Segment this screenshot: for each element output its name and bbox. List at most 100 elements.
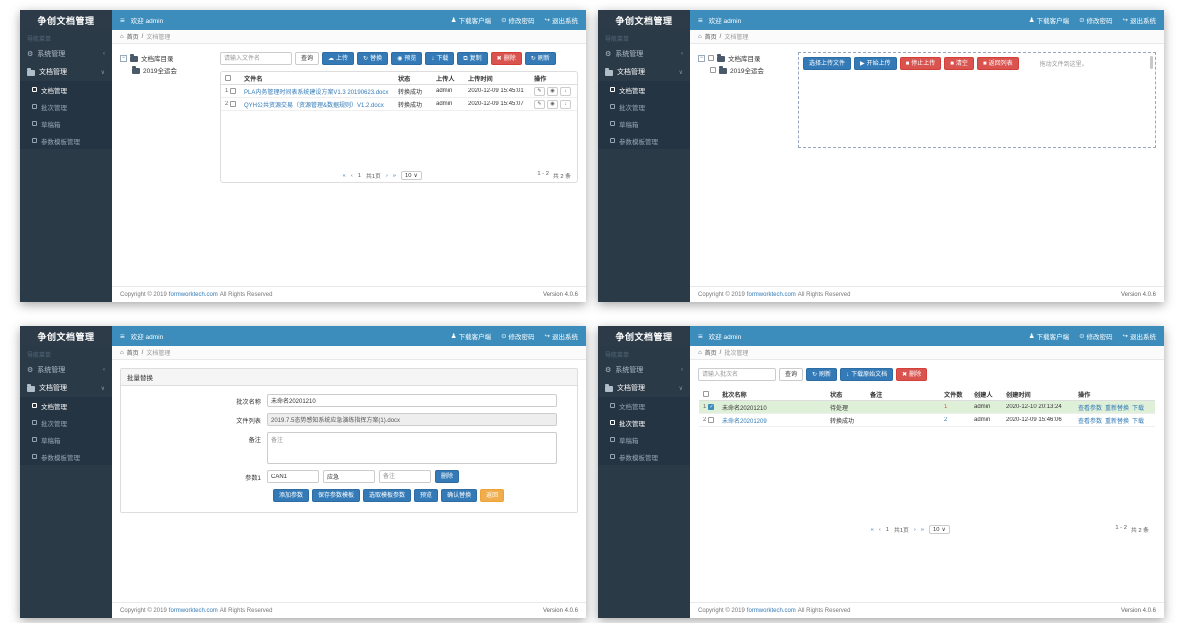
sidebar-item-docs[interactable]: 文档管理∨ xyxy=(598,379,690,397)
tree-collapse-icon[interactable]: − xyxy=(698,55,705,62)
download-client-link[interactable]: ♟下载客户端 xyxy=(1029,331,1069,341)
preview-icon-button[interactable]: ◉ xyxy=(547,87,558,96)
table-row[interactable]: 2 QYH公共资源交易（资源管理&数据规则）V1.2.docx 转换成功 adm… xyxy=(221,98,577,111)
footer-link[interactable]: formworktech.com xyxy=(169,608,218,614)
page-prev-button[interactable]: ‹ xyxy=(351,173,353,179)
tree-node-child[interactable]: 2019全运会 xyxy=(710,64,790,76)
file-link[interactable]: QYH公共资源交易（资源管理&数据规则）V1.2.docx xyxy=(241,100,395,109)
re-replace-link[interactable]: 重新替换 xyxy=(1105,406,1129,412)
col-status[interactable]: 状态 xyxy=(395,74,433,83)
param-remark-input[interactable] xyxy=(379,470,431,483)
search-button[interactable]: 查询 xyxy=(295,52,319,65)
re-replace-link[interactable]: 重新替换 xyxy=(1105,419,1129,425)
select-files-button[interactable]: 选择上传文件 xyxy=(803,57,851,70)
back-button[interactable]: 返回 xyxy=(480,489,504,502)
start-upload-button[interactable]: ▶开始上传 xyxy=(854,57,897,70)
col-batch-name[interactable]: 批次名称 xyxy=(719,390,827,399)
delete-button[interactable]: ✖删除 xyxy=(896,368,927,381)
batch-name-input[interactable] xyxy=(267,394,557,407)
row-checkbox[interactable] xyxy=(708,404,714,410)
table-row[interactable]: 2 未命名20201209 转换成功 2 admin 2020-12-09 15… xyxy=(699,414,1155,427)
sidebar-item-param-template[interactable]: 参数模板管理 xyxy=(20,448,112,465)
page-first-button[interactable]: « xyxy=(871,527,874,533)
param-name-input[interactable] xyxy=(267,470,319,483)
download-icon-button[interactable]: ↓ xyxy=(560,100,571,109)
sidebar-item-system[interactable]: ⚙系统管理‹ xyxy=(598,361,690,379)
col-file-count[interactable]: 文件数 xyxy=(941,390,971,399)
page-next-button[interactable]: › xyxy=(914,527,916,533)
sidebar-item-param-template[interactable]: 参数模板管理 xyxy=(20,132,112,149)
view-params-link[interactable]: 查看参数 xyxy=(1078,419,1102,425)
sidebar-item-batch-manage[interactable]: 批次管理 xyxy=(20,414,112,431)
page-number[interactable]: 1 xyxy=(358,173,361,179)
page-first-button[interactable]: « xyxy=(343,173,346,179)
sidebar-item-param-template[interactable]: 参数模板管理 xyxy=(598,132,690,149)
sidebar-item-doc-manage[interactable]: 文档管理 xyxy=(20,397,112,414)
breadcrumb-home[interactable]: 首页 xyxy=(705,348,717,357)
footer-link[interactable]: formworktech.com xyxy=(169,292,218,298)
view-params-link[interactable]: 查看参数 xyxy=(1078,406,1102,412)
sidebar-item-system[interactable]: ⚙系统管理‹ xyxy=(20,45,112,63)
page-next-button[interactable]: › xyxy=(386,173,388,179)
clear-button[interactable]: ■清空 xyxy=(944,57,974,70)
col-time[interactable]: 上传时间 xyxy=(465,74,531,83)
menu-toggle-icon[interactable]: ≡ xyxy=(120,16,125,25)
tree-node-child[interactable]: 2019全运会 xyxy=(132,64,212,76)
table-row-selected[interactable]: 1 未命名20201210 待处理 1 admin 2020-12-10 20:… xyxy=(699,401,1155,414)
edit-icon-button[interactable]: ✎ xyxy=(534,87,545,96)
row-checkbox[interactable] xyxy=(230,88,236,94)
page-last-button[interactable]: » xyxy=(921,527,924,533)
menu-toggle-icon[interactable]: ≡ xyxy=(120,332,125,341)
preview-button[interactable]: ◉预览 xyxy=(391,52,422,65)
app-logo[interactable]: 争创文档管理 xyxy=(598,326,690,346)
footer-link[interactable]: formworktech.com xyxy=(747,292,796,298)
logout-link[interactable]: ↪退出系统 xyxy=(1123,331,1156,341)
search-button[interactable]: 查询 xyxy=(779,368,803,381)
sidebar-item-doc-manage[interactable]: 文档管理 xyxy=(20,81,112,98)
edit-icon-button[interactable]: ✎ xyxy=(534,100,545,109)
footer-link[interactable]: formworktech.com xyxy=(747,608,796,614)
sidebar-item-system[interactable]: ⚙系统管理‹ xyxy=(20,361,112,379)
tree-node-root[interactable]: −文档库目录 xyxy=(698,52,790,64)
back-to-list-button[interactable]: ■返回列表 xyxy=(977,57,1019,70)
table-row[interactable]: 1 PLA内务管理时间表系统建设方案V1.3 20190623.docx 转换成… xyxy=(221,85,577,98)
col-status[interactable]: 状态 xyxy=(827,390,867,399)
page-size-select[interactable]: 10∨ xyxy=(401,171,422,180)
page-size-select[interactable]: 10∨ xyxy=(929,525,950,534)
col-creator[interactable]: 创建人 xyxy=(971,390,1003,399)
remark-textarea[interactable] xyxy=(267,432,557,464)
upload-dropzone[interactable]: 选择上传文件 ▶开始上传 ■停止上传 ■清空 ■返回列表 拖动文件到这里。 xyxy=(798,52,1156,148)
save-template-button[interactable]: 保存参数模板 xyxy=(312,489,360,502)
sidebar-item-draft[interactable]: 草稿箱 xyxy=(598,115,690,132)
add-param-button[interactable]: 添加参数 xyxy=(273,489,309,502)
refresh-button[interactable]: ↻刷新 xyxy=(525,52,556,65)
col-remark[interactable]: 备注 xyxy=(867,390,941,399)
refresh-button[interactable]: ↻刷新 xyxy=(806,368,837,381)
sidebar-item-doc-manage[interactable]: 文档管理 xyxy=(598,81,690,98)
app-logo[interactable]: 争创文档管理 xyxy=(20,10,112,30)
download-link[interactable]: 下载 xyxy=(1132,419,1144,425)
breadcrumb-home[interactable]: 首页 xyxy=(705,32,717,41)
page-last-button[interactable]: » xyxy=(393,173,396,179)
download-client-link[interactable]: ♟下载客户端 xyxy=(451,15,491,25)
tree-checkbox[interactable] xyxy=(708,55,714,61)
menu-toggle-icon[interactable]: ≡ xyxy=(698,332,703,341)
sidebar-item-param-template[interactable]: 参数模板管理 xyxy=(598,448,690,465)
change-password-link[interactable]: ⊙修改密码 xyxy=(501,331,534,341)
search-input[interactable] xyxy=(220,52,292,65)
menu-toggle-icon[interactable]: ≡ xyxy=(698,16,703,25)
sidebar-item-batch-manage[interactable]: 批次管理 xyxy=(598,414,690,431)
select-all-checkbox[interactable] xyxy=(703,391,709,397)
stop-upload-button[interactable]: ■停止上传 xyxy=(900,57,942,70)
row-checkbox[interactable] xyxy=(708,417,714,423)
tree-collapse-icon[interactable]: − xyxy=(120,55,127,62)
breadcrumb-home[interactable]: 首页 xyxy=(127,32,139,41)
file-link[interactable]: PLA内务管理时间表系统建设方案V1.3 20190623.docx xyxy=(241,87,395,96)
file-count[interactable]: 1 xyxy=(941,404,971,410)
delete-button[interactable]: ✖删除 xyxy=(491,52,522,65)
logout-link[interactable]: ↪退出系统 xyxy=(1123,15,1156,25)
change-password-link[interactable]: ⊙修改密码 xyxy=(1079,15,1112,25)
sidebar-item-draft[interactable]: 草稿箱 xyxy=(598,431,690,448)
sidebar-item-draft[interactable]: 草稿箱 xyxy=(20,431,112,448)
logout-link[interactable]: ↪退出系统 xyxy=(545,15,578,25)
